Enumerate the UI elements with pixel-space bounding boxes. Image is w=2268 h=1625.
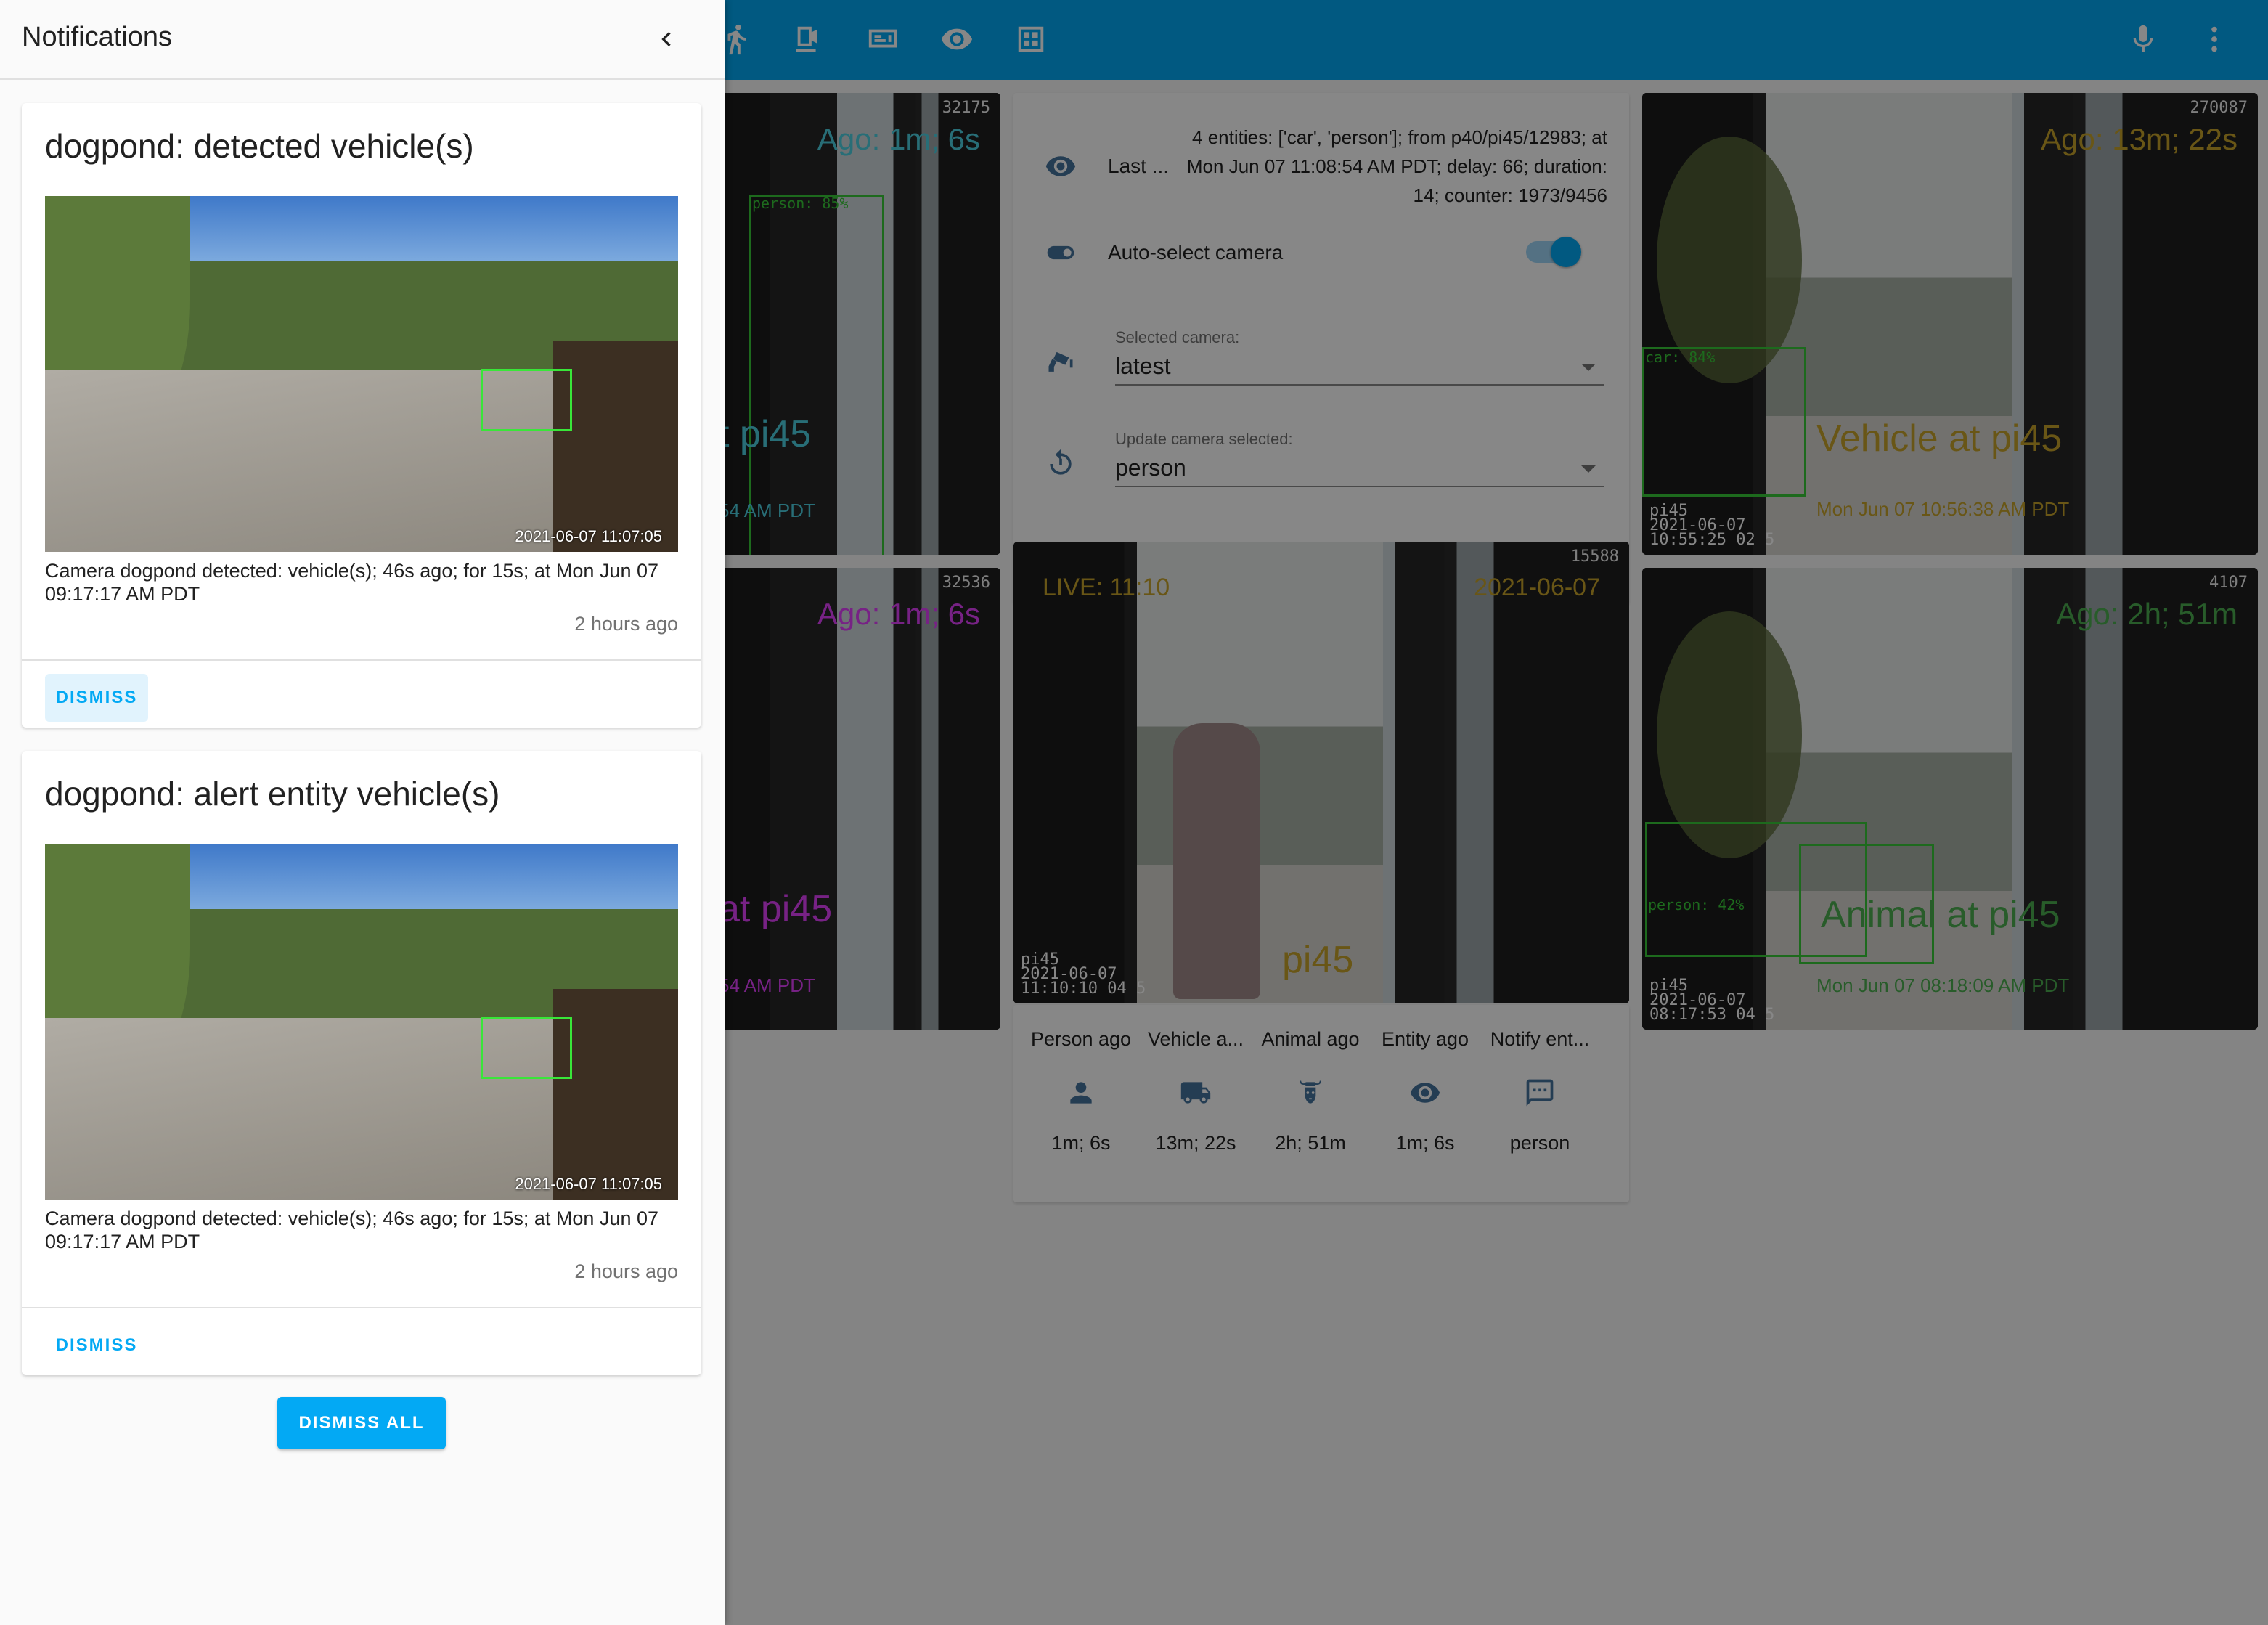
notification-image[interactable]: 2021-06-07 11:07:05	[45, 196, 678, 552]
image-timestamp: 2021-06-07 11:07:05	[515, 1175, 662, 1193]
notification-title: dogpond: detected vehicle(s)	[45, 127, 474, 165]
notification-image[interactable]: 2021-06-07 11:07:05	[45, 844, 678, 1200]
notification-title: dogpond: alert entity vehicle(s)	[45, 775, 500, 812]
notification-message: Camera dogpond detected: vehicle(s); 46s…	[45, 560, 659, 605]
notification-time: 2 hours ago	[574, 613, 678, 635]
dismiss-all-button[interactable]: DISMISS ALL	[277, 1397, 446, 1449]
detection-box	[481, 1017, 572, 1079]
divider	[22, 1307, 701, 1308]
image-timestamp: 2021-06-07 11:07:05	[515, 527, 662, 545]
drawer-title: Notifications	[22, 22, 172, 52]
chevron-left-icon[interactable]	[646, 19, 687, 60]
divider	[22, 659, 701, 661]
notification-card: dogpond: alert entity vehicle(s) 2021-06…	[22, 751, 701, 1375]
dismiss-button[interactable]: DISMISS	[45, 674, 148, 722]
notification-message: Camera dogpond detected: vehicle(s); 46s…	[45, 1207, 659, 1253]
notification-card: dogpond: detected vehicle(s) 2021-06-07 …	[22, 103, 701, 728]
notification-time: 2 hours ago	[574, 1261, 678, 1282]
drawer-header: Notifications	[0, 0, 725, 80]
dismiss-button[interactable]: DISMISS	[45, 1321, 148, 1369]
notification-drawer: Notifications dogpond: detected vehicle(…	[0, 0, 725, 1625]
detection-box	[481, 369, 572, 431]
